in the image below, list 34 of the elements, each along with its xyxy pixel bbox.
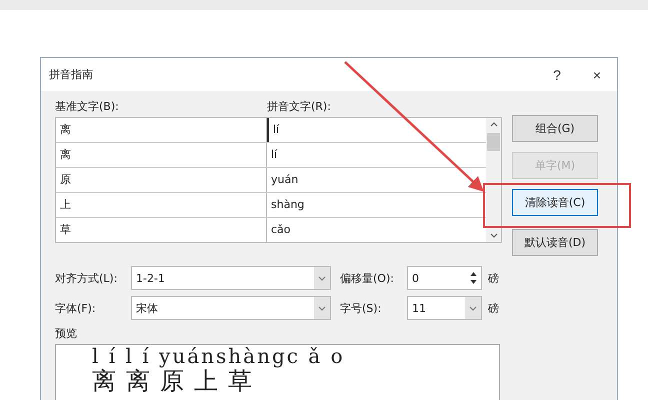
column-label: 基准文字(B): — [55, 99, 120, 114]
dialog-button[interactable]: 默认读音(D) — [512, 229, 598, 256]
preview-text: 离离原上草 — [92, 367, 262, 395]
preview-pinyin: l í l í yuánshàngc ǎ o — [92, 345, 345, 367]
spinner-field[interactable]: 0 — [407, 266, 482, 290]
dropdown-field[interactable]: 11 — [407, 296, 482, 320]
option-label: 偏移量(O): — [340, 270, 395, 286]
help-button[interactable]: ? — [537, 66, 577, 82]
dialog-title: 拼音指南 — [49, 67, 94, 82]
base-text-field[interactable]: 离 — [56, 143, 267, 167]
scroll-up-icon[interactable] — [490, 122, 498, 127]
pinyin-field[interactable]: yuán — [267, 168, 486, 192]
base-text-field[interactable]: 离 — [56, 118, 267, 142]
scroll-down-icon[interactable] — [490, 233, 498, 238]
unit-label: 磅 — [488, 270, 499, 286]
option-label: 对齐方式(L): — [55, 270, 118, 286]
scrollbar-thumb[interactable] — [487, 133, 500, 151]
dropdown-field[interactable]: 1-2-1 — [131, 266, 331, 290]
unit-label: 磅 — [488, 300, 499, 316]
option-label: 字体(F): — [55, 300, 97, 316]
dropdown-field[interactable]: 宋体 — [131, 296, 331, 320]
dialog-button[interactable]: 清除读音(C) — [512, 189, 598, 216]
pinyin-field[interactable]: lí — [267, 143, 486, 167]
pinyin-field[interactable]: shàng — [267, 193, 486, 217]
column-label: 拼音文字(R): — [267, 99, 332, 114]
option-label: 字号(S): — [340, 300, 382, 316]
dialog-button[interactable]: 组合(G) — [512, 115, 598, 142]
base-text-field[interactable]: 上 — [56, 193, 267, 217]
preview-label: 预览 — [55, 326, 78, 341]
pinyin-field[interactable]: cǎo — [267, 218, 486, 242]
base-text-field[interactable]: 草 — [56, 218, 267, 242]
close-button[interactable]: × — [577, 66, 617, 82]
spinner-arrows-icon[interactable] — [470, 270, 476, 286]
base-text-field[interactable]: 原 — [56, 168, 267, 192]
